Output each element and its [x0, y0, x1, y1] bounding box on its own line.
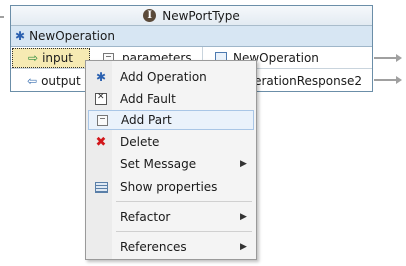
- menu-item-label: Add Operation: [120, 70, 207, 84]
- menu-item-label: Delete: [120, 135, 160, 149]
- delete-icon: ✖: [95, 134, 107, 150]
- menu-item-add-fault[interactable]: Add Fault: [88, 89, 254, 109]
- menu-item-label: References: [120, 240, 187, 254]
- menu-item-label: Add Fault: [120, 92, 176, 106]
- connector-line-input: [374, 57, 396, 59]
- input-label: input: [42, 51, 73, 65]
- porttype-icon: I: [143, 9, 157, 22]
- gear-icon: ✱: [15, 29, 26, 43]
- output-cell[interactable]: ⇦ output: [11, 70, 91, 92]
- submenu-arrow-icon: ▶: [240, 242, 247, 252]
- menu-item-add-part[interactable]: Add Part: [88, 110, 254, 130]
- menu-item-add-operation[interactable]: ✱ Add Operation: [88, 67, 254, 87]
- connector-arrow-input: [396, 54, 402, 62]
- menu-item-label: Refactor: [120, 210, 171, 224]
- connector-line-left: [0, 16, 4, 18]
- menu-item-label: Show properties: [120, 180, 218, 194]
- output-label: output: [41, 74, 81, 88]
- properties-icon: [94, 181, 108, 193]
- menu-item-set-message[interactable]: Set Message ▶: [88, 154, 254, 174]
- menu-item-refactor[interactable]: Refactor ▶: [88, 207, 254, 227]
- menu-item-delete[interactable]: ✖ Delete: [88, 132, 254, 152]
- part-icon: [96, 114, 108, 126]
- connector-line-output: [374, 79, 396, 81]
- context-menu: ✱ Add Operation Add Fault Add Part ✖ Del…: [85, 60, 257, 260]
- menu-item-references[interactable]: References ▶: [88, 237, 254, 257]
- input-cell[interactable]: ⇨ input: [12, 48, 90, 68]
- gear-icon: ✱: [95, 70, 107, 84]
- connector-arrow-output: [396, 76, 402, 84]
- submenu-arrow-icon: ▶: [240, 212, 247, 222]
- menu-item-show-properties[interactable]: Show properties: [88, 177, 254, 197]
- menu-separator: [116, 201, 252, 202]
- menu-item-label: Add Part: [121, 113, 172, 127]
- input-arrow-icon: ⇨: [28, 51, 39, 65]
- menu-separator: [116, 231, 252, 232]
- output-arrow-icon: ⇦: [27, 74, 38, 88]
- operation-row[interactable]: ✱ NewOperation: [11, 26, 372, 47]
- porttype-header[interactable]: I NewPortType: [11, 6, 372, 26]
- fault-icon: [95, 92, 107, 105]
- operation-name: NewOperation: [29, 29, 115, 43]
- menu-item-label: Set Message: [120, 157, 197, 171]
- porttype-name: NewPortType: [162, 8, 240, 23]
- submenu-arrow-icon: ▶: [240, 159, 247, 169]
